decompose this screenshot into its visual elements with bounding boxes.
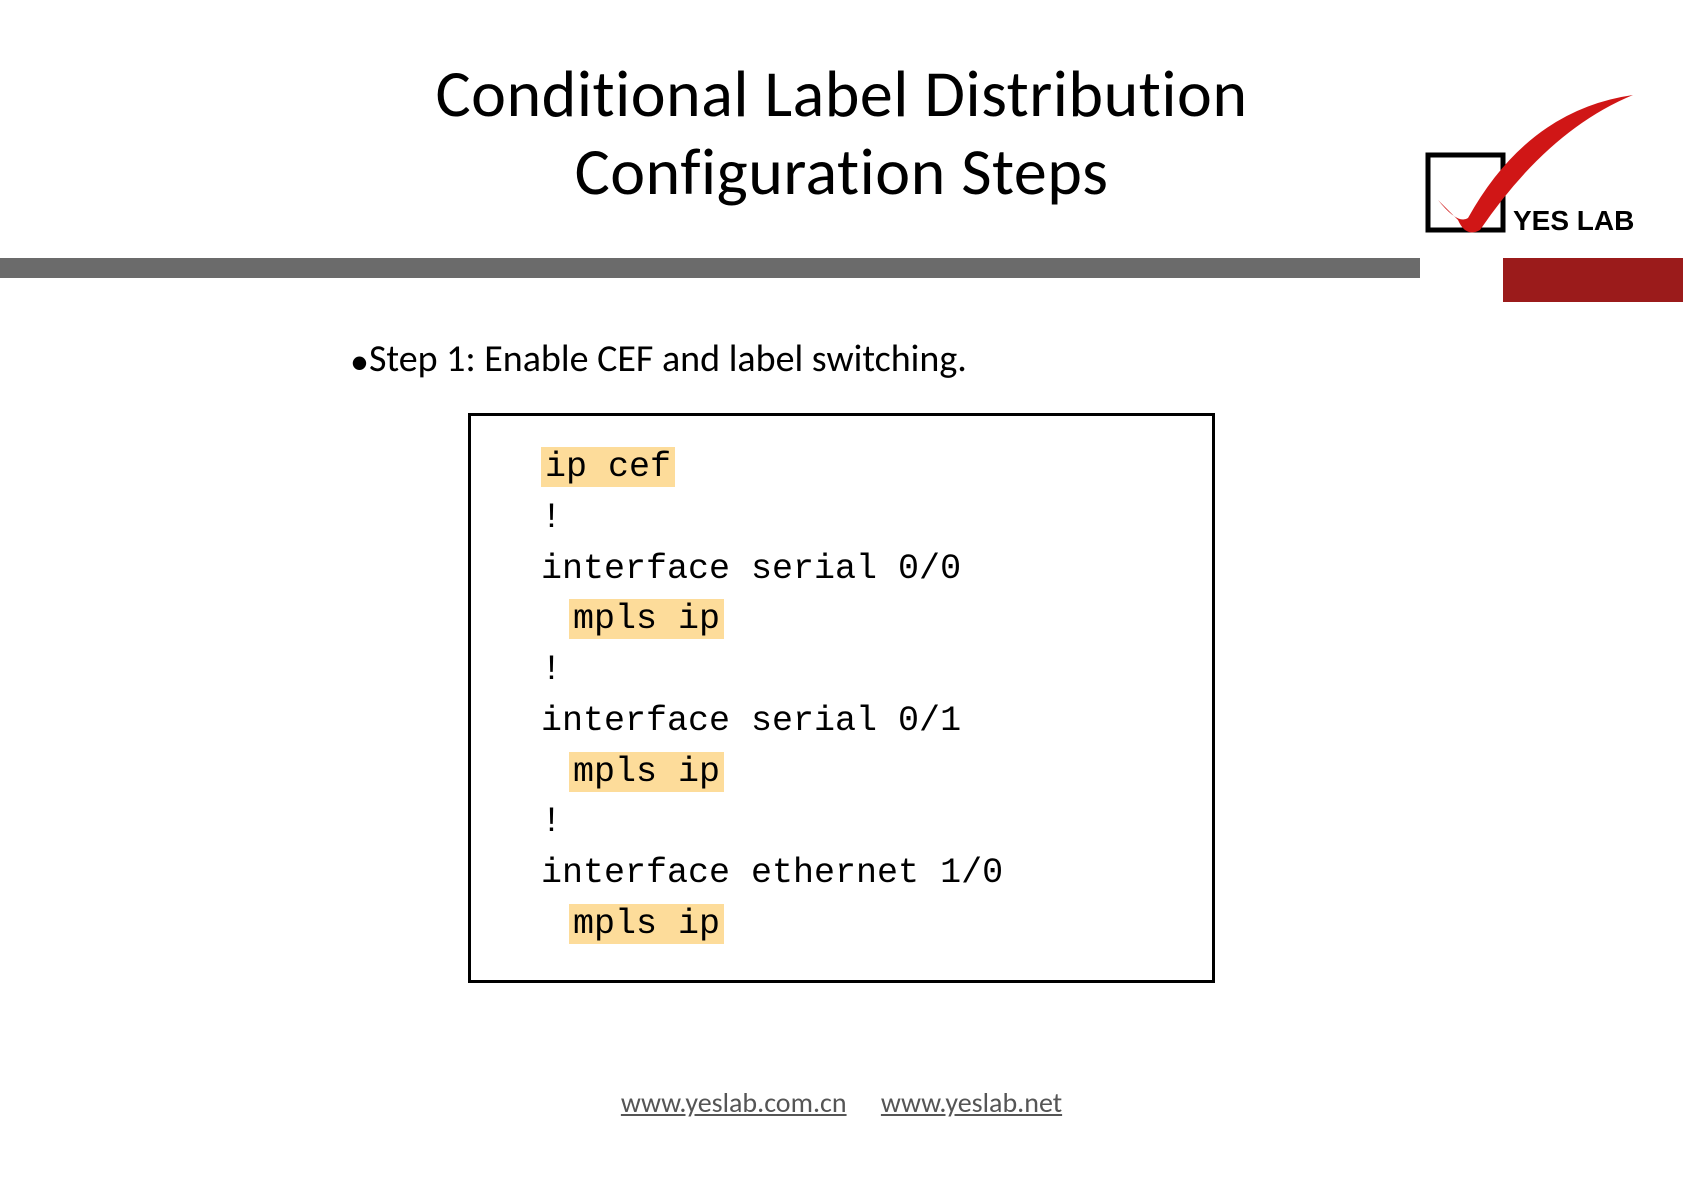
code-bang-2: ! — [541, 645, 1182, 696]
header-divider — [0, 258, 1420, 278]
brand-accent-block — [1503, 258, 1683, 302]
bullet-icon: • — [350, 339, 369, 385]
code-int-2a: interface — [541, 701, 730, 741]
code-mpls-3: mpls ip — [569, 904, 724, 944]
footer-links: www.yeslab.com.cn www.yeslab.net — [0, 1085, 1683, 1120]
code-int-1b: serial 0/0 — [730, 549, 961, 589]
footer-link-2[interactable]: www.yeslab.net — [881, 1085, 1062, 1120]
code-bang-3: ! — [541, 797, 1182, 848]
logo-text: YES LAB — [1513, 205, 1634, 236]
code-int-3a: interface — [541, 853, 730, 893]
code-ip-cef: ip cef — [541, 447, 675, 487]
code-int-2b: serial 0/1 — [730, 701, 961, 741]
code-int-1a: interface — [541, 549, 730, 589]
code-mpls-1: mpls ip — [569, 599, 724, 639]
code-bang-1: ! — [541, 493, 1182, 544]
slide: Conditional Label Distribution Configura… — [0, 0, 1683, 1190]
footer-link-1[interactable]: www.yeslab.com.cn — [621, 1085, 847, 1120]
step-1-label: Step 1: Enable CEF and label switching. — [369, 336, 967, 382]
code-int-3b: ethernet 1/0 — [730, 853, 1003, 893]
code-mpls-2: mpls ip — [569, 752, 724, 792]
checkmark-icon: YES LAB — [1388, 70, 1648, 250]
step-1-text: •Step 1: Enable CEF and label switching. — [350, 336, 967, 385]
config-code-block: ip cef ! interface serial 0/0 mpls ip ! … — [468, 413, 1215, 983]
yeslab-logo: YES LAB — [1388, 70, 1648, 250]
